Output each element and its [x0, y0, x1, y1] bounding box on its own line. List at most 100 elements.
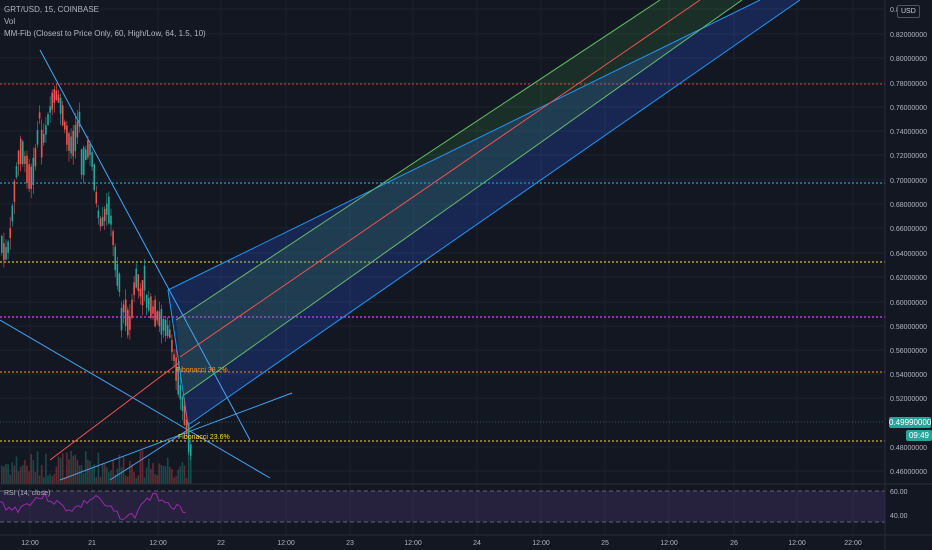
candle-body — [129, 316, 131, 330]
volume-bar — [72, 455, 74, 484]
volume-bar — [28, 471, 30, 484]
volume-bar — [5, 464, 7, 484]
candle-body — [110, 215, 112, 225]
candle-body — [26, 155, 28, 183]
volume-bar — [124, 475, 127, 484]
volume-bar — [43, 477, 45, 484]
time-axis-label: 12:00 — [21, 540, 39, 547]
time-axis-label: 12:00 — [532, 540, 550, 547]
candle-body — [49, 106, 51, 113]
volume-bar — [9, 474, 11, 484]
rsi-lower-value: 40.00 — [890, 513, 908, 520]
time-axis-label: 25 — [601, 540, 609, 547]
volume-bar — [17, 471, 20, 484]
volume-bar — [122, 456, 125, 484]
candle-body — [22, 141, 24, 165]
volume-bar — [108, 472, 110, 484]
volume-bar — [135, 477, 137, 484]
fib-236-label: Fibonacci 23.6% — [178, 434, 230, 441]
volume-bar — [64, 477, 66, 484]
candle-body — [150, 296, 152, 318]
volume-bar — [166, 457, 169, 484]
currency-badge[interactable]: USD — [897, 5, 920, 18]
volume-indicator-label[interactable]: Vol — [4, 17, 15, 26]
price-axis-label: 0.52000000 — [890, 396, 927, 403]
volume-bar — [87, 459, 89, 484]
candle-body — [190, 444, 192, 456]
volume-bar — [15, 456, 18, 484]
candle-body — [137, 274, 140, 292]
candle-body — [87, 140, 89, 158]
candle-body — [51, 92, 53, 110]
price-axis-label: 0.54000000 — [890, 372, 927, 379]
price-axis-label: 0.56000000 — [890, 348, 927, 355]
candle-body — [106, 203, 108, 215]
candle-body — [34, 148, 37, 167]
candle-body — [9, 228, 11, 239]
volume-bar — [112, 460, 114, 484]
volume-bar — [51, 476, 53, 484]
volume-bar — [129, 460, 131, 484]
volume-bar — [78, 465, 81, 484]
volume-bar — [34, 471, 37, 484]
candle-body — [179, 385, 182, 400]
volume-bar — [7, 464, 9, 484]
candle-body — [145, 294, 148, 308]
candle-body — [120, 307, 123, 331]
time-axis-label: 22:00 — [844, 540, 862, 547]
candle-body — [66, 125, 68, 145]
current-price-tag: 0.49990000 — [889, 417, 932, 428]
mm-fib-indicator-label[interactable]: MM-Fib (Closest to Price Only, 60, High/… — [4, 29, 206, 38]
candle-body — [74, 125, 77, 152]
volume-bar — [59, 457, 62, 484]
volume-bar — [101, 462, 104, 484]
candle-body — [13, 181, 16, 202]
candle-body — [171, 339, 173, 353]
candle-body — [89, 144, 91, 156]
symbol-title[interactable]: GRT/USD, 15, COINBASE — [4, 5, 99, 14]
volume-bar — [141, 450, 144, 484]
candle-body — [28, 164, 30, 189]
candle-body — [32, 157, 35, 186]
candle-body — [112, 231, 114, 245]
candle-body — [118, 273, 121, 292]
candle-body — [101, 217, 104, 226]
volume-bar — [106, 467, 108, 484]
candle-body — [78, 111, 81, 127]
candle-body — [160, 309, 163, 335]
volume-bar — [1, 465, 3, 484]
volume-bar — [103, 464, 106, 484]
volume-bar — [11, 462, 14, 484]
price-axis-label: 0.62000000 — [890, 275, 927, 282]
price-axis-label: 0.46000000 — [890, 469, 927, 476]
candle-body — [139, 288, 142, 297]
candle-body — [3, 243, 5, 261]
volume-bar — [177, 469, 179, 484]
candle-body — [154, 299, 156, 327]
volume-bar — [38, 475, 41, 484]
volume-bar — [45, 453, 47, 484]
candle-body — [181, 396, 184, 412]
candle-body — [166, 325, 169, 337]
price-chart[interactable]: Fibonacci 38.2% Fibonacci 23.6% RSI (14,… — [0, 0, 932, 550]
candle-body — [114, 246, 116, 271]
volume-bar — [190, 454, 192, 484]
volume-bar — [145, 467, 148, 484]
volume-bar — [150, 468, 152, 484]
volume-bar — [173, 477, 175, 484]
candle-body — [5, 247, 7, 260]
candle-body — [55, 90, 58, 101]
candle-body — [173, 354, 175, 361]
candle-body — [116, 264, 119, 286]
volume-bar — [49, 473, 51, 484]
volume-bar — [175, 475, 177, 484]
volume-bar — [160, 464, 163, 484]
volume-bar — [93, 464, 95, 484]
candle-body — [1, 236, 3, 253]
volume-bar — [95, 477, 98, 484]
candle-body — [43, 133, 45, 143]
time-axis-label: 22 — [217, 540, 225, 547]
volume-bar — [24, 459, 26, 484]
candle-body — [61, 105, 64, 126]
price-axis-label: 0.72000000 — [890, 153, 927, 160]
